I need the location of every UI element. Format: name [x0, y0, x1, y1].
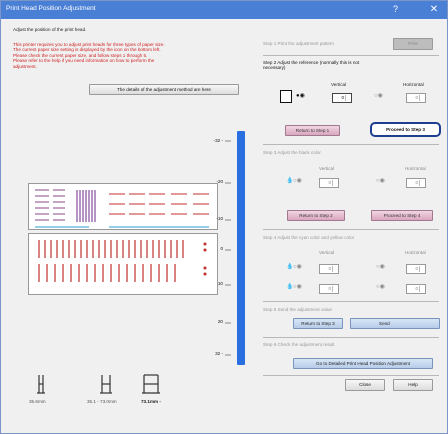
separator: [263, 375, 439, 376]
return-to-step3-button[interactable]: Return to Step 3: [293, 318, 343, 329]
reference-color-swatch: [280, 90, 292, 103]
step3-vertical-spinner[interactable]: 0: [319, 178, 339, 188]
close-title-button[interactable]: ✕: [422, 2, 446, 17]
proceed-to-step4-button[interactable]: Proceed to Step 4: [371, 210, 433, 221]
intro-line: adjustment.: [13, 63, 37, 69]
help-button[interactable]: Help: [393, 379, 433, 391]
step3-radio-2[interactable]: ○◉: [376, 177, 385, 184]
step2-radio-2[interactable]: ○◉: [374, 92, 383, 99]
scale-label: -10: [216, 216, 223, 221]
adjustment-window: Print Head Position Adjustment ? ✕ Adjus…: [0, 0, 448, 434]
bottom-pattern-graphic: [38, 240, 207, 282]
step3-horizontal-label: Horizontal: [405, 166, 426, 171]
step3-radio-1[interactable]: ○◉: [293, 177, 302, 184]
paper-size-small-icon: [36, 374, 46, 394]
step5-label: Step 5 Send the adjustment value: [263, 307, 332, 312]
step2-label: Step 2 Adjust the reference (normally th…: [263, 60, 359, 70]
step2-radio-1[interactable]: ●◉: [296, 92, 305, 99]
return-to-step2-button[interactable]: Return to Step 2: [287, 210, 345, 221]
step4-label: Step 4 Adjust the cyan color and yellow …: [263, 235, 355, 240]
scale-label: 10: [217, 281, 223, 286]
scale-label: 0: [220, 246, 223, 251]
step2-vertical-label: Vertical: [331, 82, 347, 87]
yellow-horizontal-spinner[interactable]: 0: [406, 284, 426, 294]
size-label-large: 73.1mm -: [141, 399, 161, 404]
vertical-slider-track[interactable]: [237, 131, 245, 365]
step3-horizontal-spinner[interactable]: 0: [406, 178, 426, 188]
step4-yellow-radio-1[interactable]: ○◉: [293, 283, 302, 290]
size-label-small: 35.6mm: [29, 399, 46, 404]
step2-vertical-spinner[interactable]: 0: [332, 93, 352, 103]
scale-label: 32 -: [215, 351, 223, 356]
top-pattern-graphic: [35, 189, 209, 228]
step4-vertical-label: Vertical: [319, 250, 335, 255]
step2-horizontal-spinner[interactable]: 0: [406, 93, 426, 103]
intro-text: This printer requires you to adjust prin…: [13, 42, 233, 69]
send-button[interactable]: Send: [350, 318, 440, 329]
help-title-button[interactable]: ?: [393, 4, 398, 14]
step4-cyan-radio-2[interactable]: ○◉: [376, 263, 385, 270]
window-title: Print Head Position Adjustment: [6, 5, 96, 12]
step1-label: Step 1 Print the adjustment pattern: [263, 41, 334, 46]
step4-yellow-radio-2[interactable]: ○◉: [376, 283, 385, 290]
cyan-horizontal-spinner[interactable]: 0: [406, 264, 426, 274]
scale-label: -32 -: [213, 138, 223, 143]
separator: [263, 55, 439, 56]
go-to-detailed-adjustment-button[interactable]: Go to Detailed Print Head Position Adjus…: [293, 358, 433, 369]
step4-horizontal-label: Horizontal: [405, 250, 426, 255]
scale-label: -20: [216, 179, 223, 184]
pattern-preview-bottom: [28, 233, 218, 295]
step6-label: Step 6 Check the adjustment result: [263, 342, 335, 347]
step2-label-line: necessary): [263, 65, 286, 70]
cyan-vertical-spinner[interactable]: 0: [319, 264, 339, 274]
close-button[interactable]: Close: [345, 379, 385, 391]
paper-size-large-icon: [141, 374, 161, 394]
print-button[interactable]: Print: [393, 38, 433, 50]
details-button[interactable]: The details of the adjustment method are…: [89, 84, 239, 95]
left-heading: Adjust the position of the print head.: [13, 27, 87, 32]
pattern-preview-top: [28, 183, 218, 230]
separator: [263, 301, 439, 302]
title-bar: Print Head Position Adjustment ? ✕: [1, 1, 447, 19]
separator: [263, 337, 439, 338]
return-to-step1-button[interactable]: Return to Step 1: [285, 125, 340, 136]
step3-label: Step 3 Adjust the black color: [263, 150, 321, 155]
step3-vertical-label: Vertical: [319, 166, 335, 171]
yellow-vertical-spinner[interactable]: 0: [319, 284, 339, 294]
size-label-medium: 35.1 - 73.0mm: [87, 399, 117, 404]
proceed-to-step3-button[interactable]: Proceed to Step 3: [370, 122, 441, 137]
paper-size-medium-icon: [99, 374, 113, 394]
step4-cyan-radio-1[interactable]: ○◉: [293, 263, 302, 270]
separator: [263, 229, 439, 230]
step2-horizontal-label: Horizontal: [403, 82, 424, 87]
separator: [263, 144, 439, 145]
scale-label: 20: [217, 319, 223, 324]
